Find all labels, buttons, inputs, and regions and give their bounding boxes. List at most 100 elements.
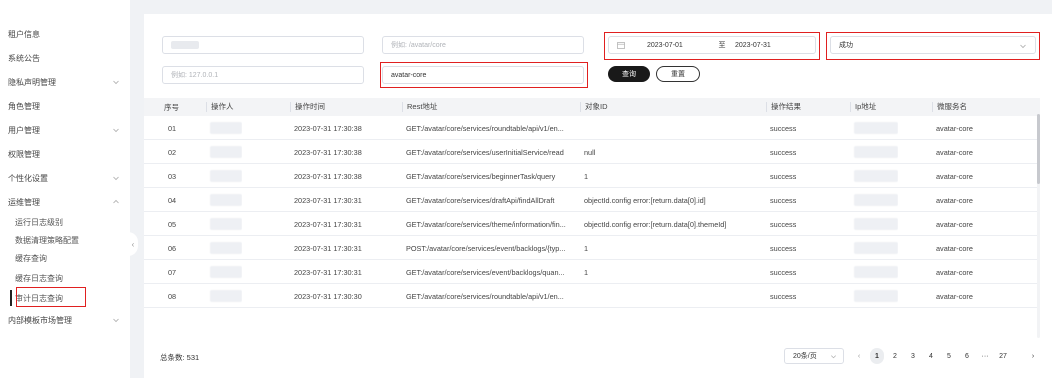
sidebar-item-label: 审计日志查询 xyxy=(15,293,63,303)
cell-time: 2023-07-31 17:30:31 xyxy=(294,219,362,229)
cell-service: avatar-core xyxy=(936,195,973,205)
cell-object-id: objectId.config error:[return.data[0].id… xyxy=(584,195,706,205)
sidebar-item-personalization[interactable]: 个性化设置 xyxy=(0,168,130,188)
cell-ip xyxy=(850,284,898,308)
sidebar-item-role[interactable]: 角色管理 xyxy=(0,96,130,116)
reset-button[interactable]: 重置 xyxy=(656,66,700,82)
sidebar-item-template-market[interactable]: 内部模板市场管理 xyxy=(0,310,130,330)
table-row[interactable]: 03 2023-07-31 17:30:38 GET:/avatar/core/se… xyxy=(144,164,1040,188)
table-row[interactable]: 06 2023-07-31 17:30:31 POST:/avatar/core/s… xyxy=(144,236,1040,260)
page-size-select[interactable]: 20条/页 xyxy=(784,348,844,364)
page-button[interactable]: 6 xyxy=(960,348,974,364)
cell-index: 03 xyxy=(168,171,177,181)
blurred-value xyxy=(854,122,898,134)
cell-rest-address: GET:/avatar/core/services/userInitialSer… xyxy=(406,147,564,157)
sidebar-subitem-data-cleanup[interactable]: 数据清理策略配置 xyxy=(0,230,130,250)
rest-placeholder: 例如: /avatar/core xyxy=(391,42,446,49)
table-row[interactable]: 04 2023-07-31 17:30:31 GET:/avatar/core/se… xyxy=(144,188,1040,212)
cell-object-id xyxy=(580,116,762,140)
cell-rest-address: GET:/avatar/core/services/draftApi/findA… xyxy=(406,195,555,205)
cell-operator xyxy=(206,140,242,164)
prev-page-button[interactable]: ‹ xyxy=(852,348,866,364)
query-button[interactable]: 查询 xyxy=(608,66,650,82)
service-input[interactable]: avatar-core xyxy=(382,66,584,84)
date-start: 2023-07-01 xyxy=(647,41,683,49)
cell-operator xyxy=(206,236,242,260)
sidebar-item-system-notice[interactable]: 系统公告 xyxy=(0,48,130,68)
cell-operator xyxy=(206,284,242,308)
blurred-value xyxy=(210,194,242,206)
sidebar-item-permission[interactable]: 权限管理 xyxy=(0,144,130,164)
cell-object-id xyxy=(580,284,762,308)
chevron-down-icon xyxy=(113,318,119,323)
cell-operator xyxy=(206,188,242,212)
table-row[interactable]: 05 2023-07-31 17:30:31 GET:/avatar/core/se… xyxy=(144,212,1040,236)
sidebar-item-privacy[interactable]: 隐私声明管理 xyxy=(0,72,130,92)
ip-input[interactable]: 例如: 127.0.0.1 xyxy=(162,66,364,84)
operator-input[interactable] xyxy=(162,36,364,54)
blurred-value xyxy=(854,194,898,206)
blurred-value xyxy=(171,41,199,49)
cell-object-id: null xyxy=(584,147,596,157)
date-range-picker[interactable]: 2023-07-01 至 2023-07-31 xyxy=(608,36,816,54)
collapse-sidebar-handle[interactable]: ‹ xyxy=(128,232,138,256)
blurred-value xyxy=(210,146,242,158)
sidebar-subitem-cache-query[interactable]: 缓存查询 xyxy=(0,248,130,268)
col-header-rest: Rest地址 xyxy=(402,102,437,112)
cell-operator xyxy=(206,164,242,188)
sidebar-item-ops[interactable]: 运维管理 xyxy=(0,192,130,212)
sidebar-item-label: 缓存日志查询 xyxy=(15,273,63,283)
table-row[interactable]: 07 2023-07-31 17:30:31 GET:/avatar/core/se… xyxy=(144,260,1040,284)
table-row[interactable]: 01 2023-07-31 17:30:38 GET:/avatar/core/se… xyxy=(144,116,1040,140)
cell-service: avatar-core xyxy=(936,123,973,133)
result-value: 成功 xyxy=(839,42,853,49)
page-button[interactable]: 3 xyxy=(906,348,920,364)
date-end: 2023-07-31 xyxy=(735,41,771,49)
page-button[interactable]: 5 xyxy=(942,348,956,364)
page-button[interactable]: 27 xyxy=(996,348,1010,364)
page-button[interactable]: 4 xyxy=(924,348,938,364)
sidebar-subitem-log-level[interactable]: 运行日志级别 xyxy=(0,212,130,232)
sidebar-item-label: 系统公告 xyxy=(8,53,40,63)
date-separator: 至 xyxy=(718,42,726,49)
cell-service: avatar-core xyxy=(936,243,973,253)
cell-ip xyxy=(850,140,898,164)
sidebar-subitem-cache-log[interactable]: 缓存日志查询 xyxy=(0,268,130,288)
cell-ip xyxy=(850,260,898,284)
cell-ip xyxy=(850,116,898,140)
chevron-down-icon xyxy=(1020,44,1026,49)
cell-service: avatar-core xyxy=(936,291,973,301)
page-size-value: 20条/页 xyxy=(793,353,817,360)
cell-ip xyxy=(850,236,898,260)
cell-time: 2023-07-31 17:30:38 xyxy=(294,123,362,133)
rest-address-input[interactable]: 例如: /avatar/core xyxy=(382,36,584,54)
chevron-down-icon xyxy=(113,128,119,133)
cell-service: avatar-core xyxy=(936,267,973,277)
sidebar-item-tenant-info[interactable]: 租户信息 xyxy=(0,24,130,44)
sidebar-item-label: 缓存查询 xyxy=(15,253,47,263)
cell-operator xyxy=(206,212,242,236)
page-button[interactable]: 1 xyxy=(870,348,884,364)
sidebar-item-label: 运行日志级别 xyxy=(15,217,63,227)
next-page-button[interactable]: › xyxy=(1026,348,1040,364)
page-button[interactable]: ··· xyxy=(978,348,992,364)
cell-time: 2023-07-31 17:30:30 xyxy=(294,291,362,301)
col-header-time: 操作时间 xyxy=(290,102,325,112)
blurred-value xyxy=(210,218,242,230)
cell-rest-address: POST:/avatar/core/services/event/backlog… xyxy=(406,243,566,253)
result-select[interactable]: 成功 xyxy=(830,36,1036,54)
cell-operator xyxy=(206,116,242,140)
scrollbar-thumb[interactable] xyxy=(1037,114,1040,184)
chevron-left-icon: ‹ xyxy=(131,239,135,249)
col-header-object-id: 对象ID xyxy=(580,102,608,112)
chevron-down-icon xyxy=(831,355,836,359)
table-row[interactable]: 08 2023-07-31 17:30:30 GET:/avatar/core/se… xyxy=(144,284,1040,308)
cell-result: success xyxy=(770,195,797,205)
cell-operator xyxy=(206,260,242,284)
sidebar-item-label: 内部模板市场管理 xyxy=(8,315,72,325)
page-button[interactable]: 2 xyxy=(888,348,902,364)
sidebar-item-user[interactable]: 用户管理 xyxy=(0,120,130,140)
sidebar-subitem-audit-log[interactable]: 审计日志查询 xyxy=(0,288,130,308)
cell-service: avatar-core xyxy=(936,147,973,157)
table-row[interactable]: 02 2023-07-31 17:30:38 GET:/avatar/core/se… xyxy=(144,140,1040,164)
